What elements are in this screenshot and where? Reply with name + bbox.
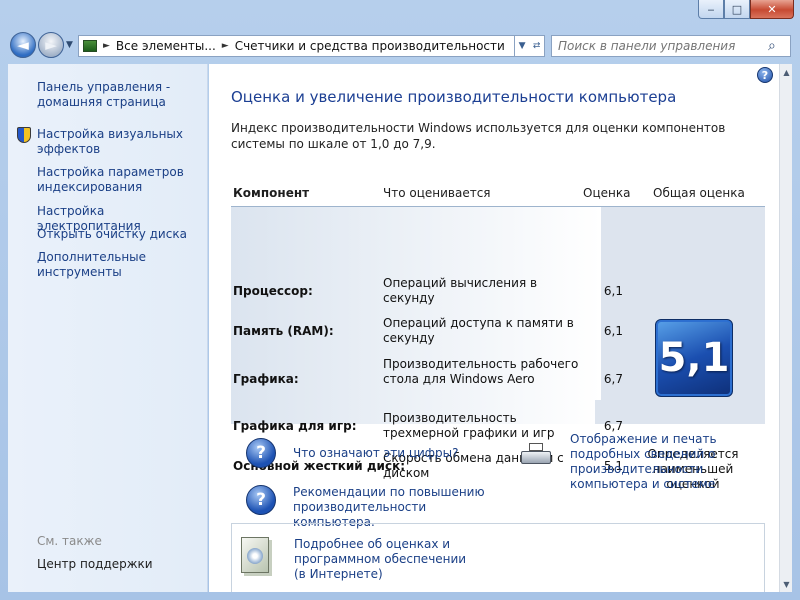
row-component: Процессор: [233, 284, 313, 298]
minimize-button[interactable]: ‒ [698, 0, 724, 19]
question-icon: ? [246, 485, 276, 515]
row-rated: Операций доступа к памяти в секунду [383, 316, 574, 345]
row-rated: Операций вычисления в секунду [383, 276, 538, 305]
header-component: Компонент [233, 186, 310, 200]
sidebar-item-disk-cleanup[interactable]: Открыть очистку диска [37, 227, 202, 242]
row-score: 6,7 [603, 419, 623, 433]
sidebar-item-advanced-tools[interactable]: Дополнительные инструменты [37, 250, 167, 280]
page-description: Индекс производительности Windows исполь… [231, 121, 726, 151]
sidebar-item-indexing[interactable]: Настройка параметров индексирования [37, 165, 197, 195]
caption-buttons: ‒ □ ✕ [698, 0, 794, 20]
control-panel-icon [83, 40, 97, 52]
sidebar-item-control-panel-home[interactable]: Панель управления - домашняя страница [37, 80, 202, 110]
sidebar-item-visual-effects[interactable]: Настройка визуальных эффектов [37, 127, 197, 157]
row-score: 6,1 [603, 284, 623, 298]
address-dropdown-icon[interactable]: ▼ [519, 41, 526, 51]
scroll-down-icon[interactable]: ▼ [780, 576, 793, 592]
address-bar[interactable]: ► Все элементы... ► Счетчики и средства … [78, 35, 515, 57]
header-overall: Общая оценка [653, 186, 745, 200]
breadcrumb-separator-icon[interactable]: ► [103, 41, 110, 51]
breadcrumb-performance[interactable]: Счетчики и средства производительности [235, 39, 505, 53]
more-online-link[interactable]: Подробнее об оценках и программном обесп… [294, 537, 479, 582]
forward-button[interactable]: ► [38, 32, 64, 58]
search-box[interactable]: ⌕ [551, 35, 791, 57]
divider [231, 523, 765, 524]
question-icon: ? [246, 438, 276, 468]
window-frame: ‒ □ ✕ ◄ ► ▼ ► Все элементы... ► Счетчики… [0, 0, 800, 600]
sidebar-item-action-center[interactable]: Центр поддержки [37, 557, 153, 571]
what-numbers-mean-link[interactable]: Что означают эти цифры? [293, 446, 459, 461]
page-title: Оценка и увеличение производительности к… [231, 88, 677, 106]
row-component: Графика: [233, 372, 299, 386]
row-rated: Производительность рабочего стола для Wi… [383, 357, 579, 386]
back-button[interactable]: ◄ [10, 32, 36, 58]
navigation-bar: ◄ ► ▼ ► Все элементы... ► Счетчики и сре… [0, 28, 800, 64]
breadcrumb-separator-icon[interactable]: ► [222, 41, 229, 51]
breadcrumb-all-items[interactable]: Все элементы... [116, 39, 216, 53]
divider [764, 523, 765, 592]
row-component: Графика для игр: [233, 419, 357, 433]
refresh-icon[interactable]: ⇄ [533, 41, 541, 51]
shield-icon [17, 127, 31, 143]
vertical-scrollbar[interactable]: ▲ ▼ [779, 64, 792, 592]
software-box-icon [241, 537, 269, 573]
content-area: ? Оценка и увеличение производительности… [209, 64, 779, 592]
row-score: 6,7 [603, 372, 623, 386]
row-rated: Производительность трехмерной графики и … [383, 411, 555, 440]
header-rated: Что оценивается [383, 186, 491, 200]
row-score: 6,1 [603, 324, 623, 338]
search-icon[interactable]: ⌕ [768, 38, 776, 54]
close-button[interactable]: ✕ [750, 0, 794, 19]
address-controls: ▼ ⇄ [515, 35, 545, 57]
maximize-button[interactable]: □ [724, 0, 750, 19]
search-input[interactable] [558, 39, 768, 53]
printer-icon [521, 443, 551, 467]
header-score: Оценка [583, 186, 631, 200]
help-icon[interactable]: ? [757, 67, 773, 83]
task-pane: Панель управления - домашняя страница На… [8, 64, 208, 592]
overall-score-badge: 5,1 [655, 319, 733, 397]
row-component: Память (RAM): [233, 324, 334, 338]
history-dropdown-icon[interactable]: ▼ [66, 40, 73, 50]
print-details-link[interactable]: Отображение и печать подробных сведений … [570, 432, 770, 492]
see-also-heading: См. также [37, 534, 102, 548]
divider [231, 523, 232, 592]
scroll-up-icon[interactable]: ▲ [780, 64, 793, 80]
